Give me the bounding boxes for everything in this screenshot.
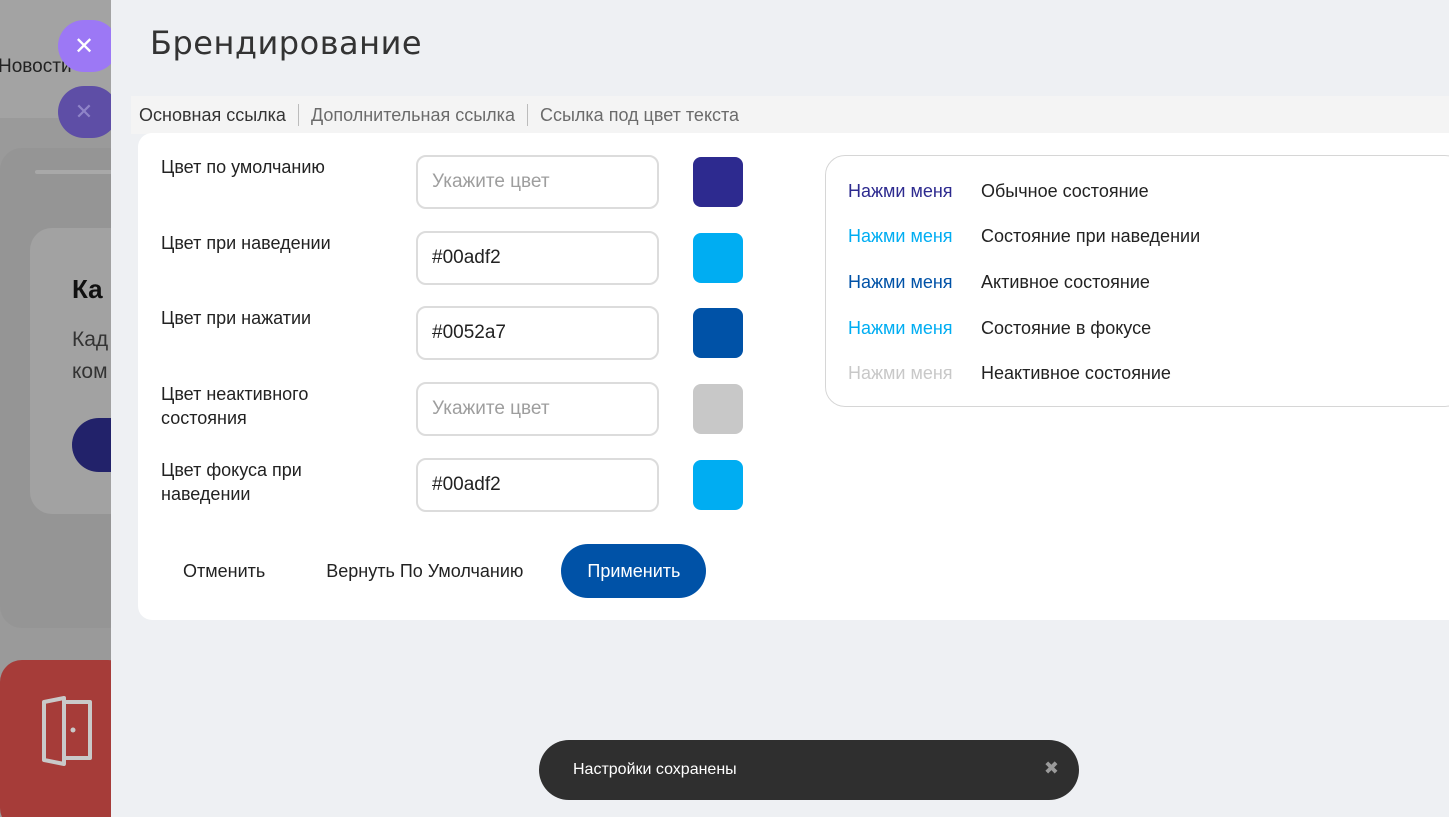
preview-row: Нажми меня Состояние в фокусе — [848, 315, 1151, 341]
preview-state-label: Неактивное состояние — [981, 362, 1171, 383]
preview-link-active[interactable]: Нажми меня — [848, 272, 981, 293]
close-icon: ✕ — [73, 32, 95, 60]
color-swatch[interactable] — [693, 157, 743, 207]
field-label: Цвет по умолчанию — [161, 157, 325, 177]
pressed-color-input[interactable] — [416, 306, 659, 360]
color-swatch[interactable] — [693, 233, 743, 283]
focus-color-input[interactable] — [416, 458, 659, 512]
default-color-input[interactable] — [416, 155, 659, 209]
tab-additional-link[interactable]: Дополнительная ссылка — [299, 104, 528, 126]
page-title: Брендирование — [150, 24, 423, 62]
hover-color-input[interactable] — [416, 231, 659, 285]
field-label: Цвет неактивного состояния — [161, 384, 309, 428]
tab-main-link[interactable]: Основная ссылка — [139, 104, 299, 126]
preview-link-focus[interactable]: Нажми меня — [848, 318, 981, 339]
preview-row: Нажми меня Неактивное состояние — [848, 360, 1171, 386]
close-drawer-button[interactable]: ✕ — [58, 20, 118, 72]
background-close-icon: ✕ — [58, 86, 111, 138]
preview-state-label: Состояние в фокусе — [981, 317, 1152, 338]
apply-button[interactable]: Применить — [561, 544, 707, 598]
preview-link-hover[interactable]: Нажми меня — [848, 226, 981, 247]
door-icon — [42, 696, 92, 766]
preview-row: Нажми меня Активное состояние — [848, 269, 1150, 295]
color-swatch[interactable] — [693, 460, 743, 510]
color-swatch[interactable] — [693, 384, 743, 434]
field-label: Цвет фокуса при наведении — [161, 460, 302, 504]
tab-text-color-link[interactable]: Ссылка под цвет текста — [528, 104, 751, 126]
color-swatch[interactable] — [693, 308, 743, 358]
close-icon[interactable]: ✖ — [1044, 758, 1059, 779]
cancel-button[interactable]: Отменить — [183, 561, 265, 582]
form-actions: Отменить Вернуть По Умолчанию Применить — [161, 544, 707, 598]
preview-state-label: Активное состояние — [981, 271, 1150, 292]
link-type-tabs: Основная ссылка Дополнительная ссылка Сс… — [131, 96, 1449, 134]
field-label: Цвет при наведении — [161, 233, 331, 253]
link-states-preview: Нажми меня Обычное состояние Нажми меня … — [825, 155, 1449, 407]
preview-state-label: Обычное состояние — [981, 180, 1149, 201]
reset-defaults-button[interactable]: Вернуть По Умолчанию — [326, 561, 523, 582]
preview-link-disabled: Нажми меня — [848, 362, 953, 383]
branding-drawer: Брендирование Основная ссылка Дополнител… — [111, 0, 1449, 817]
preview-row: Нажми меня Состояние при наведении — [848, 223, 1200, 249]
disabled-color-input[interactable] — [416, 382, 659, 436]
background-card-text: Кад ком — [72, 328, 109, 383]
toast-notification: Настройки сохранены ✖ — [539, 740, 1079, 800]
background-divider — [35, 170, 111, 174]
background-card-title: Ка — [72, 274, 103, 304]
preview-state-label: Состояние при наведении — [981, 225, 1201, 246]
toast-message: Настройки сохранены — [573, 761, 737, 778]
field-label: Цвет при нажатии — [161, 308, 312, 328]
background-page: Новости ✕ Ка Кад ком — [0, 0, 111, 817]
preview-row: Нажми меня Обычное состояние — [848, 178, 1149, 204]
preview-link-default[interactable]: Нажми меня — [848, 181, 981, 202]
